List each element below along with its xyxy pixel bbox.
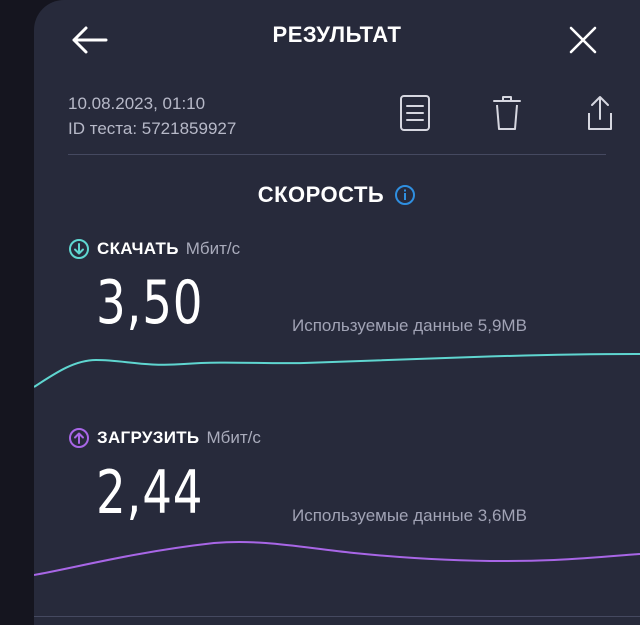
test-datetime: 10.08.2023, 01:10 xyxy=(68,94,206,113)
upload-data-used: Используемые данные 3,6MB xyxy=(292,506,527,525)
delete-button[interactable] xyxy=(486,92,528,134)
speed-section-title: СКОРОСТЬ xyxy=(257,182,385,207)
download-label-row: СКАЧАТЬ Мбит/с xyxy=(68,238,240,260)
details-button[interactable] xyxy=(394,92,436,134)
download-value: 3,50 xyxy=(96,268,204,338)
share-icon xyxy=(588,96,612,130)
download-data-used: Используемые данные 5,9MB xyxy=(292,316,527,335)
close-icon xyxy=(569,26,597,54)
download-unit: Мбит/с xyxy=(185,239,241,258)
page-title: РЕЗУЛЬТАТ xyxy=(272,22,402,47)
close-button[interactable] xyxy=(562,20,604,60)
result-panel: РЕЗУЛЬТАТ 10.08.2023, 01:10 ID теста: 57… xyxy=(34,0,640,625)
trash-icon xyxy=(493,96,521,130)
test-id: ID теста: 5721859927 xyxy=(68,119,237,138)
upload-speed-graph xyxy=(34,541,640,576)
upload-label-row: ЗАГРУЗИТЬ Мбит/с xyxy=(68,427,261,449)
upload-unit: Мбит/с xyxy=(206,428,261,447)
share-button[interactable] xyxy=(579,92,621,134)
download-speed-graph xyxy=(34,353,640,388)
divider xyxy=(68,154,606,155)
bottom-divider xyxy=(34,616,640,617)
upload-value: 2,44 xyxy=(96,458,204,528)
document-icon xyxy=(400,95,430,131)
upload-arrow-icon xyxy=(69,428,89,448)
download-arrow-icon xyxy=(69,239,89,259)
speed-section-header: СКОРОСТЬ xyxy=(34,182,640,208)
info-icon[interactable] xyxy=(394,184,416,206)
upload-label: ЗАГРУЗИТЬ xyxy=(97,428,200,447)
download-label: СКАЧАТЬ xyxy=(97,239,179,258)
